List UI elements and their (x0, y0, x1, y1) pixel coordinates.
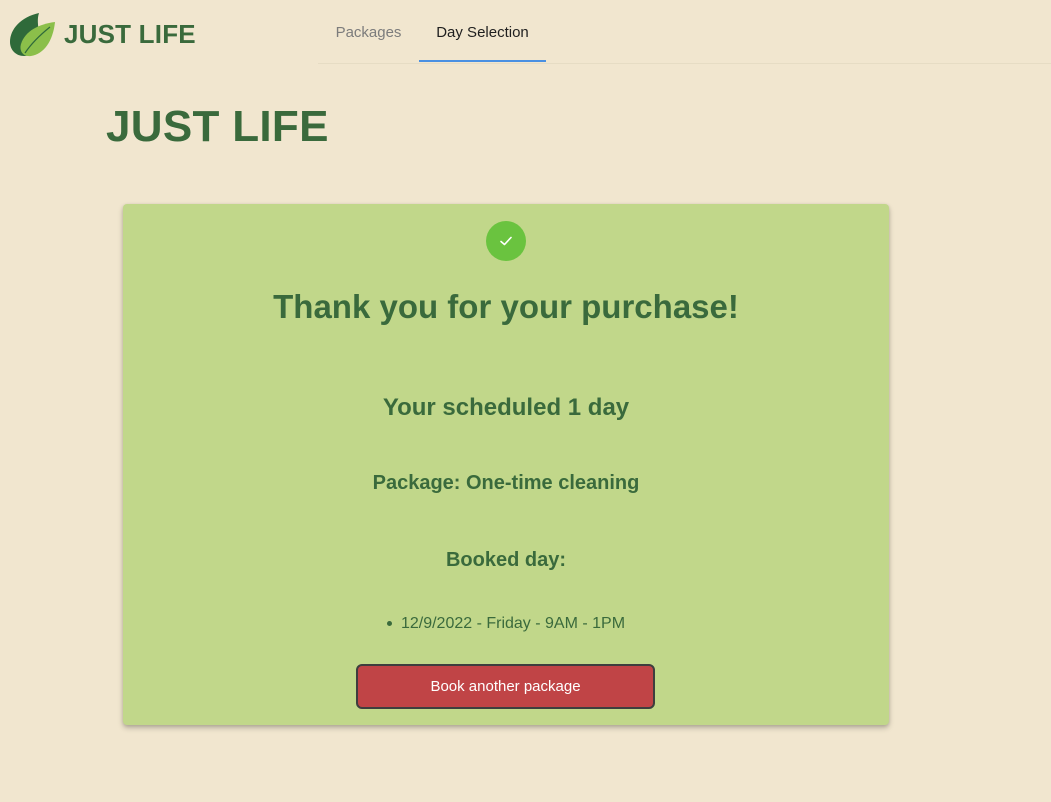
page-title: JUST LIFE (106, 102, 329, 151)
brand[interactable]: JUST LIFE (9, 11, 196, 57)
success-badge (486, 221, 526, 261)
tab-packages-label: Packages (335, 24, 402, 41)
main-nav: Packages Day Selection (318, 0, 1051, 64)
checkmark-icon (500, 236, 512, 246)
top-bar: JUST LIFE Packages Day Selection (0, 0, 1051, 64)
tab-day-selection-label: Day Selection (436, 24, 529, 41)
tab-packages[interactable]: Packages (318, 0, 419, 63)
booked-days-list: 12/9/2022 - Friday - 9AM - 1PM (123, 613, 889, 633)
booked-day-label: Booked day: (445, 549, 567, 571)
list-item: 12/9/2022 - Friday - 9AM - 1PM (386, 614, 626, 633)
booked-day-text: 12/9/2022 - Friday - 9AM - 1PM (400, 614, 626, 632)
brand-name: JUST LIFE (64, 18, 196, 49)
tab-day-selection[interactable]: Day Selection (419, 0, 546, 63)
leaf-icon (10, 13, 55, 57)
book-another-package-button[interactable]: Book another package (356, 664, 655, 709)
bullet-icon (386, 621, 392, 626)
confirmation-card: Thank you for your purchase! Your schedu… (123, 204, 889, 725)
package-line: Package: One-time cleaning (372, 472, 640, 494)
confirmation-heading: Thank you for your purchase! (273, 288, 739, 325)
scheduled-summary: Your scheduled 1 day (382, 394, 630, 421)
